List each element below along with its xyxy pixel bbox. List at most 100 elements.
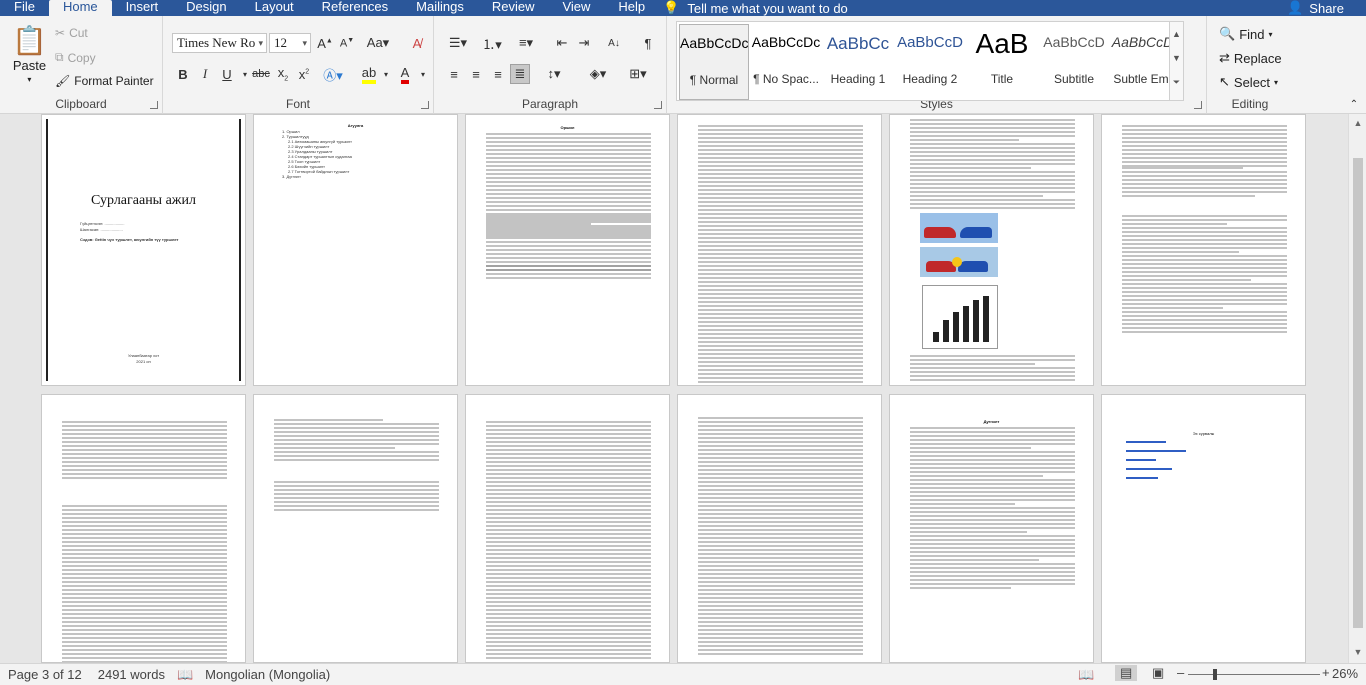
print-layout-icon[interactable]: ▤ <box>1115 665 1138 681</box>
underline-button[interactable]: U <box>217 64 237 84</box>
page-6[interactable] <box>1101 114 1306 386</box>
style-heading-1[interactable]: AaBbCc Heading 1 <box>823 24 893 100</box>
page-8[interactable] <box>253 394 458 663</box>
chevron-up-icon[interactable]: ▲ <box>1170 22 1183 46</box>
collapse-ribbon-button[interactable]: ⌃ <box>1344 94 1364 114</box>
tab-review[interactable]: Review <box>478 0 549 16</box>
page-7[interactable] <box>41 394 246 663</box>
more-styles-icon[interactable]: ⏷ <box>1170 70 1183 94</box>
tab-references[interactable]: References <box>308 0 402 16</box>
font-color-button[interactable]: A <box>395 64 415 84</box>
bold-button[interactable]: B <box>173 64 193 84</box>
sort-button[interactable]: A↓ <box>604 33 624 53</box>
page-12[interactable]: Эх сурвалж <box>1101 394 1306 663</box>
clear-formatting-button[interactable]: A̸ <box>407 33 427 53</box>
tab-file[interactable]: File <box>0 0 49 16</box>
page-cover[interactable]: Сурлагааны ажил Гүйцэтгэсэн: ...........… <box>41 114 246 386</box>
font-color-dropdown[interactable]: ▾ <box>413 64 433 84</box>
page-9[interactable] <box>465 394 670 663</box>
styles-launcher-icon[interactable] <box>1194 101 1202 109</box>
page-4[interactable] <box>677 114 882 386</box>
align-center-button[interactable]: ≡ <box>466 64 486 84</box>
zoom-out-icon[interactable]: – <box>1177 665 1184 680</box>
numbering-button[interactable]: ⒈▾ <box>478 33 506 53</box>
font-family-select[interactable]: Times New Ro ▾ <box>172 33 267 53</box>
tab-design[interactable]: Design <box>172 0 240 16</box>
web-layout-icon[interactable]: ▣ <box>1152 665 1164 681</box>
vertical-scrollbar[interactable]: ▲ ▼ <box>1348 114 1366 663</box>
style-normal[interactable]: AaBbCcDc ¶ Normal <box>679 24 749 100</box>
ref-link[interactable] <box>1126 441 1166 443</box>
document-canvas[interactable]: Сурлагааны ажил Гүйцэтгэсэн: ...........… <box>0 114 1348 663</box>
scroll-thumb[interactable] <box>1353 158 1363 628</box>
styles-scroll[interactable]: ▲ ▼ ⏷ <box>1169 22 1183 100</box>
shading-button[interactable]: ◈▾ <box>584 64 612 84</box>
chevron-up-icon[interactable]: ▲ <box>1349 118 1366 132</box>
tab-layout[interactable]: Layout <box>241 0 308 16</box>
zoom-slider-track[interactable] <box>1188 674 1320 675</box>
zoom-level[interactable]: 26% <box>1332 666 1358 681</box>
text-effects-button[interactable]: Ⓐ▾ <box>323 64 343 84</box>
superscript-button[interactable]: x2 <box>294 64 314 84</box>
language-indicator[interactable]: Mongolian (Mongolia) <box>197 667 338 682</box>
cut-button[interactable]: ✂ Cut <box>55 26 88 40</box>
ref-link[interactable] <box>1126 450 1186 452</box>
show-marks-button[interactable]: ¶ <box>638 33 658 53</box>
format-painter-button[interactable]: 🖌 Format Painter <box>55 74 154 88</box>
clipboard-launcher-icon[interactable] <box>150 101 158 109</box>
shrink-font-button[interactable]: A▼ <box>337 33 357 53</box>
style-no-spacing[interactable]: AaBbCcDc ¶ No Spac... <box>751 24 821 100</box>
line-spacing-button[interactable]: ↕▾ <box>540 64 568 84</box>
ref-link[interactable] <box>1126 468 1172 470</box>
style-heading-2[interactable]: AaBbCcD Heading 2 <box>895 24 965 100</box>
style-subtitle[interactable]: AaBbCcD Subtitle <box>1039 24 1109 100</box>
highlight-dropdown[interactable]: ▾ <box>376 64 396 84</box>
page-intro[interactable]: Оршил <box>465 114 670 386</box>
chevron-down-icon[interactable]: ▼ <box>1170 46 1183 70</box>
justify-button[interactable]: ≣ <box>510 64 530 84</box>
read-mode-icon[interactable]: 📖 <box>1078 667 1094 683</box>
subscript-button[interactable]: x2 <box>273 64 293 84</box>
multilevel-list-button[interactable]: ≡▾ <box>512 33 540 53</box>
align-left-button[interactable]: ≡ <box>444 64 464 84</box>
zoom-in-icon[interactable]: + <box>1322 665 1330 680</box>
find-button[interactable]: 🔍 Find ▾ <box>1219 26 1273 42</box>
font-launcher-icon[interactable] <box>421 101 429 109</box>
page-10[interactable] <box>677 394 882 663</box>
borders-button[interactable]: ⊞▾ <box>624 64 652 84</box>
word-count[interactable]: 2491 words <box>90 667 173 682</box>
ref-link[interactable] <box>1126 459 1156 461</box>
italic-button[interactable]: I <box>195 64 215 84</box>
text-line <box>698 269 863 271</box>
toc-item[interactable]: 3. Дүгнэлт <box>282 174 352 179</box>
ref-link[interactable] <box>1126 477 1158 479</box>
tab-home[interactable]: Home <box>48 0 112 16</box>
decrease-indent-button[interactable]: ⇤ <box>552 33 572 53</box>
align-right-button[interactable]: ≡ <box>488 64 508 84</box>
font-size-select[interactable]: 12 ▾ <box>269 33 311 53</box>
style-title[interactable]: AaB Title <box>967 24 1037 100</box>
replace-button[interactable]: ⇄ Replace <box>1219 50 1282 66</box>
share-button[interactable]: 👤 Share <box>1287 0 1344 16</box>
bullets-button[interactable]: ☰▾ <box>444 33 472 53</box>
strikethrough-button[interactable]: abc <box>251 64 271 84</box>
page-count[interactable]: Page 3 of 12 <box>0 667 90 682</box>
tab-mailings[interactable]: Mailings <box>402 0 478 16</box>
increase-indent-button[interactable]: ⇥ <box>574 33 594 53</box>
page-toc[interactable]: Агуулга 1. Оршил 2. Туршилтууд 2.1 Автом… <box>253 114 458 386</box>
select-button[interactable]: ↖ Select ▾ <box>1219 74 1278 90</box>
tab-help[interactable]: Help <box>604 0 659 16</box>
tell-me-box[interactable]: 💡 Tell me what you want to do <box>663 0 848 16</box>
paste-button[interactable]: 📋 Paste ▾ <box>12 26 47 85</box>
paragraph-launcher-icon[interactable] <box>654 101 662 109</box>
proofing-icon[interactable]: 📖 <box>173 667 197 683</box>
tab-view[interactable]: View <box>548 0 604 16</box>
copy-button[interactable]: ⧉ Copy <box>55 50 96 65</box>
change-case-button[interactable]: Aa▾ <box>365 33 391 53</box>
zoom-slider-thumb[interactable] <box>1213 669 1217 680</box>
tab-insert[interactable]: Insert <box>112 0 173 16</box>
chevron-down-icon[interactable]: ▼ <box>1349 647 1366 661</box>
grow-font-button[interactable]: A▲ <box>315 33 335 53</box>
page-5[interactable] <box>889 114 1094 386</box>
page-11[interactable]: Дүгнэлт <box>889 394 1094 663</box>
